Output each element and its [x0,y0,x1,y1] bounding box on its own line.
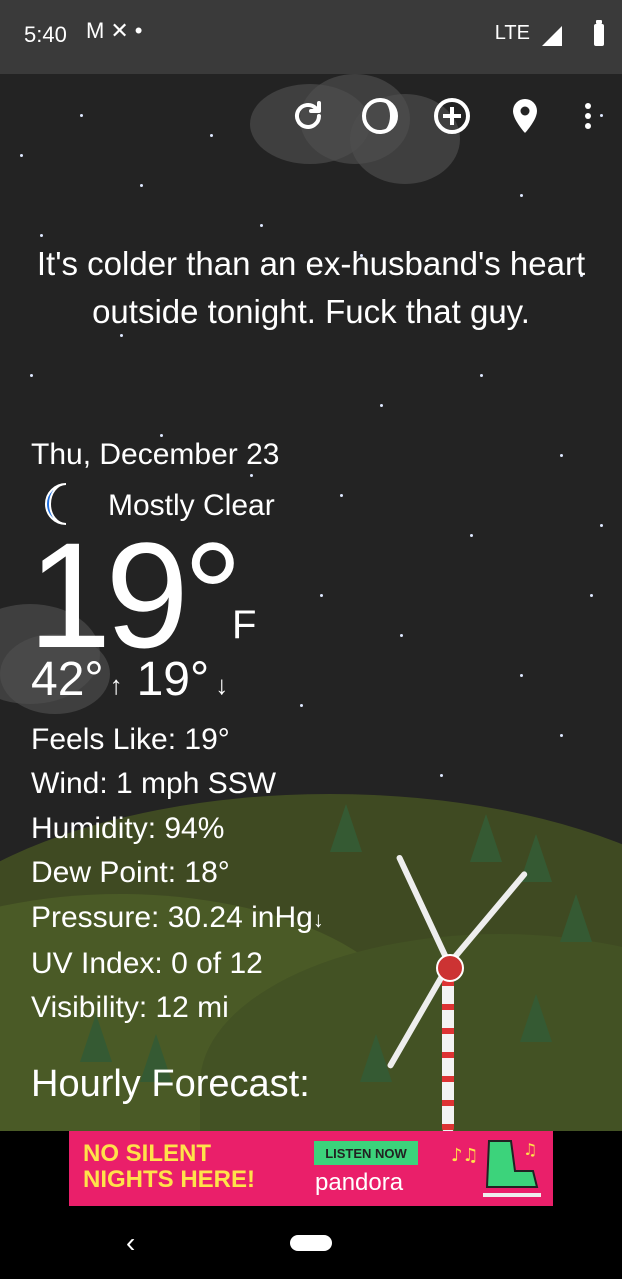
ad-area: NO SILENT NIGHTS HERE! LISTEN NOW pandor… [0,1131,622,1209]
status-time: 5:40 [24,22,67,47]
theme-icon[interactable] [360,96,400,136]
dot-icon: • [134,18,149,43]
more-vert-icon[interactable] [568,96,608,136]
svg-text:♫: ♫ [523,1140,537,1159]
low-temperature: 19° [136,653,210,706]
high-low-row: 42° ↑ 19° ↓ [31,652,242,707]
pressure: Pressure: 30.24 inHg [31,900,313,934]
navigation-bar: ‹ [0,1209,622,1279]
weather-quote: It's colder than an ex-husband's heart o… [36,245,586,330]
battery-icon [594,20,604,46]
ice-skate-icon: ♪♫ ♫ [449,1135,545,1203]
uv-index: UV Index: 0 of 12 [31,947,263,981]
date-label: Thu, December 23 [31,438,280,471]
svg-text:♪♫: ♪♫ [451,1145,479,1166]
temperature-unit: F [232,603,257,647]
arrow-down-icon: ↓ [215,670,229,700]
wind: Wind: 1 mph SSW [31,767,277,801]
current-temperature: 19° [28,511,243,679]
status-bar: 5:40 M✕• LTE [0,0,622,74]
toolbar [0,74,622,154]
humidity: Humidity: 94% [31,811,225,845]
back-icon[interactable]: ‹ [126,1227,135,1259]
ad-banner[interactable]: NO SILENT NIGHTS HERE! LISTEN NOW pandor… [69,1131,553,1206]
add-location-icon[interactable] [432,96,472,136]
home-pill[interactable] [290,1235,332,1251]
wind-turbine [442,962,454,1131]
signal-icon [542,26,562,46]
dew-point: Dew Point: 18° [31,856,230,890]
refresh-icon[interactable] [288,96,328,136]
pressure-trend-down-icon: ↓ [312,906,324,932]
ad-headline: NO SILENT NIGHTS HERE! [83,1140,256,1193]
high-temperature: 42° [31,653,104,706]
visibility: Visibility: 12 mi [31,991,229,1025]
ad-listen-now-button[interactable]: LISTEN NOW [314,1141,418,1165]
screen: 5:40 M✕• LTE It's colder than an ex-husb… [0,0,622,1279]
pressure-row: Pressure: 30.24 inHg↓ [31,896,324,942]
ad-brand-logo: pandora [315,1169,404,1196]
location-pin-icon[interactable] [505,96,545,136]
weather-details: Feels Like: 19° Wind: 1 mph SSW Humidity… [31,718,324,1031]
feels-like: Feels Like: 19° [31,723,230,756]
gmail-icon: M [86,18,111,43]
network-type: LTE [494,22,530,44]
hourly-forecast-title: Hourly Forecast: [31,1063,310,1105]
arrow-up-icon: ↑ [109,670,123,700]
status-notification-icons: M✕• [86,18,148,44]
shuffle-icon: ✕ [110,18,135,43]
